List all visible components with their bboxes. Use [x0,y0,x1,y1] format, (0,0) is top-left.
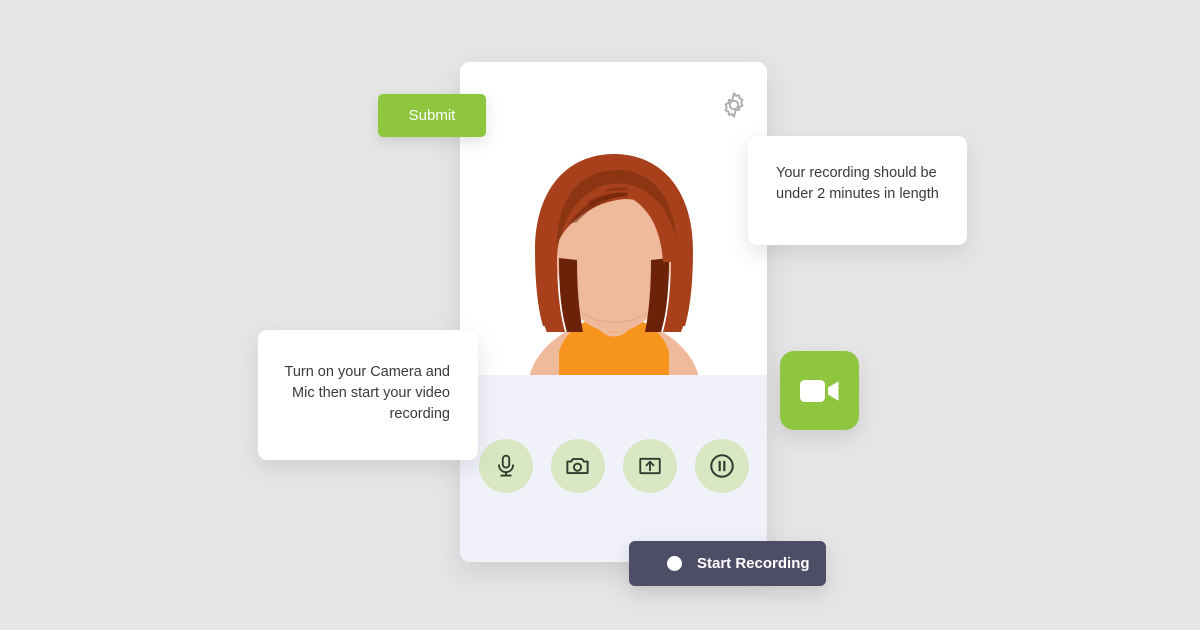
gear-icon [724,92,744,118]
screen-share-button[interactable] [622,439,677,493]
video-camera-badge[interactable] [780,351,859,430]
video-camera-icon [799,379,838,402]
pause-circle-icon [709,454,734,478]
microphone-button[interactable] [478,439,533,493]
microphone-icon [497,454,514,477]
pause-button[interactable] [694,439,749,493]
submit-button[interactable]: Submit [378,94,486,137]
tooltip-turn-on-devices: Turn on your Camera and Mic then start y… [258,330,478,460]
start-recording-label: Start Recording [697,555,810,572]
video-recorder-card [460,62,767,562]
device-controls-row [460,439,767,493]
tooltip-recording-length: Your recording should be under 2 minutes… [748,136,967,245]
tooltip-recording-length-text: Your recording should be under 2 minutes… [776,165,939,202]
video-preview-area [460,62,767,375]
camera-icon [566,457,589,474]
start-recording-button[interactable]: Start Recording [629,541,826,586]
record-dot-icon [667,556,682,571]
camera-button[interactable] [550,439,605,493]
controls-panel [460,375,767,562]
tooltip-turn-on-devices-text: Turn on your Camera and Mic then start y… [284,364,451,422]
screen-background: Submit Your recording should be under 2 … [0,0,1200,630]
submit-button-label: Submit [408,107,456,124]
settings-button[interactable] [719,90,749,120]
screen-share-upload-icon [638,457,661,475]
avatar [529,154,698,375]
